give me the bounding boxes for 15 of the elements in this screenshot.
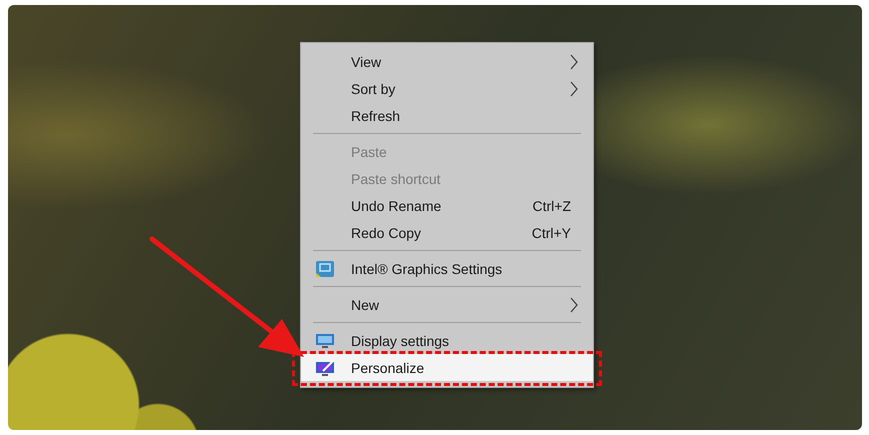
chevron-right-icon [569, 80, 579, 96]
chevron-right-icon [569, 54, 579, 70]
menu-item[interactable]: Redo Copy Ctrl+Y [301, 219, 593, 246]
menu-item[interactable]: Sort by [301, 75, 593, 102]
menu-item[interactable]: Personalize [301, 354, 593, 381]
menu-item[interactable]: View [301, 48, 593, 75]
menu-item[interactable]: Refresh [301, 102, 593, 129]
graphics-settings-icon [315, 260, 335, 276]
menu-item[interactable]: New [301, 291, 593, 318]
menu-item[interactable]: Display settings [301, 327, 593, 354]
menu-item[interactable]: Undo Rename Ctrl+Z [301, 192, 593, 219]
chevron-right-icon [569, 296, 579, 312]
monitor-icon [315, 332, 335, 348]
menu-item[interactable]: Intel® Graphics Settings [301, 255, 593, 282]
monitor-brush-icon [315, 360, 335, 376]
